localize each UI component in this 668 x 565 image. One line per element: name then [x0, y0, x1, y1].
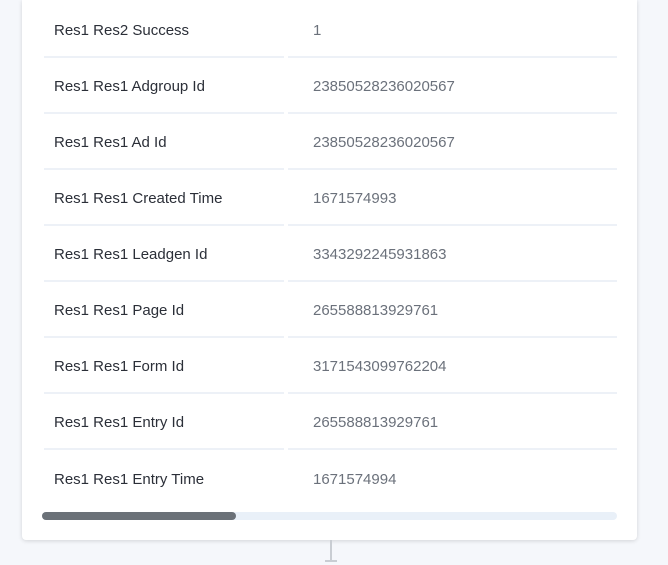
field-key: Res1 Res1 Created Time [44, 172, 284, 226]
horizontal-scrollbar[interactable] [42, 512, 617, 520]
table-row: Res1 Res1 Leadgen Id 3343292245931863 [44, 228, 617, 282]
field-key: Res1 Res1 Entry Id [44, 396, 284, 450]
field-value: 23850528236020567 [288, 116, 617, 170]
field-value: 23850528236020567 [288, 60, 617, 114]
data-output-card: Res1 Res2 Success 1 Res1 Res1 Adgroup Id… [22, 0, 637, 540]
table-row: Res1 Res1 Page Id 265588813929761 [44, 284, 617, 338]
field-value: 265588813929761 [288, 396, 617, 450]
scrollbar-thumb[interactable] [42, 512, 236, 520]
table-row: Res1 Res1 Entry Id 265588813929761 [44, 396, 617, 450]
table-row: Res1 Res1 Created Time 1671574993 [44, 172, 617, 226]
table-row: Res1 Res1 Adgroup Id 23850528236020567 [44, 60, 617, 114]
flow-connector-line [330, 540, 332, 560]
table-row: Res1 Res1 Entry Time 1671574994 [44, 452, 617, 506]
table-row: Res1 Res1 Ad Id 23850528236020567 [44, 116, 617, 170]
field-key: Res1 Res1 Adgroup Id [44, 60, 284, 114]
key-value-table: Res1 Res2 Success 1 Res1 Res1 Adgroup Id… [44, 4, 617, 510]
field-key: Res1 Res1 Leadgen Id [44, 228, 284, 282]
field-value: 1671574994 [313, 470, 397, 488]
field-value: 3343292245931863 [288, 228, 617, 282]
field-key: Res1 Res1 Page Id [44, 284, 284, 338]
table-row: Res1 Res2 Success 1 [44, 4, 617, 58]
table-row: Res1 Res1 Form Id 3171543099762204 [44, 340, 617, 394]
field-key: Res1 Res1 Ad Id [44, 116, 284, 170]
field-value: 1 [288, 4, 617, 58]
flow-connector-foot [325, 560, 337, 562]
field-key: Res1 Res1 Entry Time [54, 470, 205, 488]
field-key: Res1 Res2 Success [44, 4, 284, 58]
field-value: 265588813929761 [288, 284, 617, 338]
field-key: Res1 Res1 Form Id [44, 340, 284, 394]
field-value: 1671574993 [288, 172, 617, 226]
field-value: 3171543099762204 [288, 340, 617, 394]
